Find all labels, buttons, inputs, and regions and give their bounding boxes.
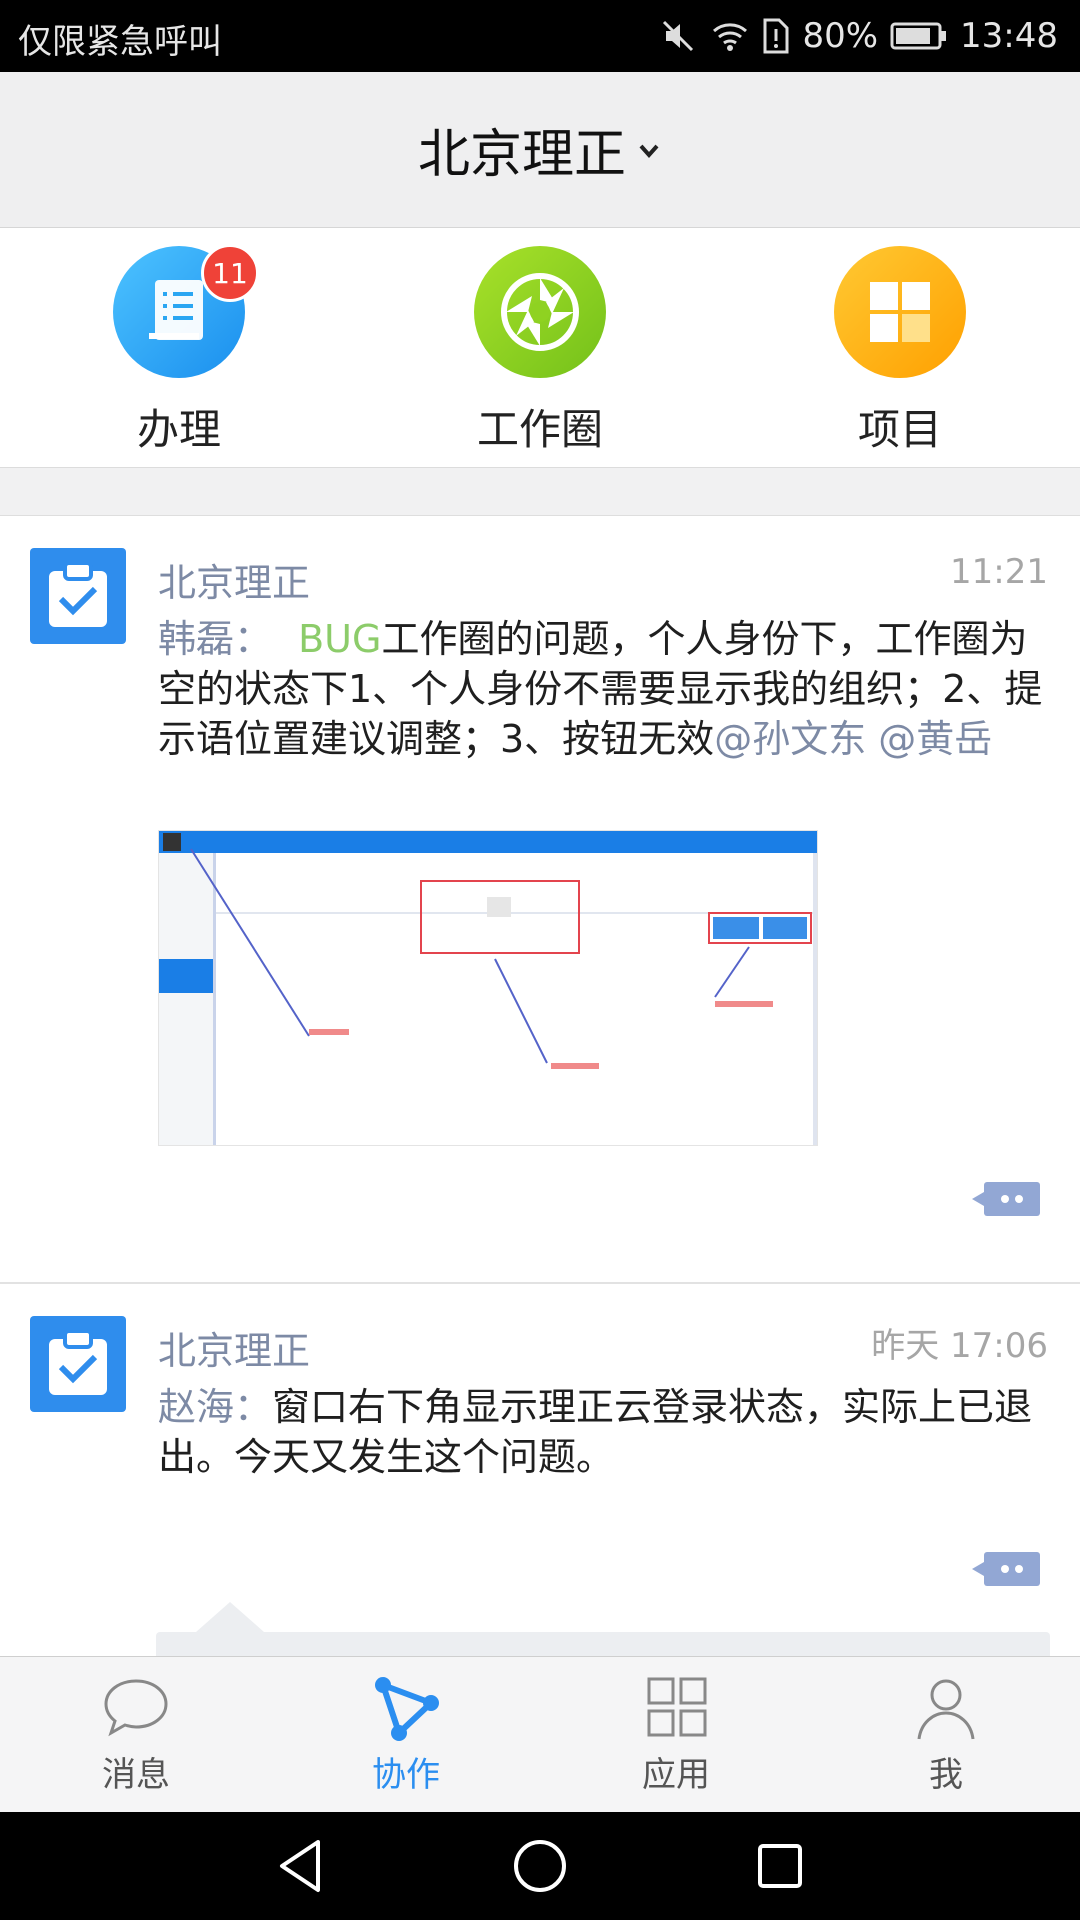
system-nav-bar <box>0 1812 1080 1920</box>
aperture-icon <box>474 246 606 378</box>
post-time: 昨天 17:06 <box>871 1326 1048 1366</box>
feed-post[interactable]: 北京理正 11:21 韩磊： BUG工作圈的问题，个人身份下，工作圈为空的状态下… <box>0 516 1080 1282</box>
tab-label: 消息 <box>102 1755 170 1795</box>
unread-badge: 11 <box>201 244 259 302</box>
home-icon[interactable] <box>512 1836 568 1900</box>
recents-icon[interactable] <box>752 1836 808 1900</box>
bottom-tab-bar: 消息 协作 应用 我 <box>0 1656 1080 1812</box>
sim-alert-icon <box>762 16 790 56</box>
collaborate-triangle-icon <box>326 1675 486 1741</box>
status-icons: 80% 13:48 <box>658 12 1058 60</box>
chevron-down-icon <box>636 138 662 168</box>
clipboard-check-icon <box>30 1316 126 1412</box>
tab-messages[interactable]: 消息 <box>56 1675 216 1796</box>
post-org: 北京理正 <box>158 561 311 605</box>
post-org: 北京理正 <box>158 1329 311 1373</box>
grid-blocks-icon <box>834 246 966 378</box>
clock: 13:48 <box>960 16 1058 56</box>
quick-app-workcircle[interactable]: 工作圈 <box>440 246 640 457</box>
org-switcher[interactable]: 北京理正 <box>0 72 1080 228</box>
tab-apps[interactable]: 应用 <box>596 1675 756 1796</box>
tab-label: 协作 <box>372 1755 440 1795</box>
post-content: 韩磊： BUG工作圈的问题，个人身份下，工作圈为空的状态下1、个人身份不需要显示… <box>158 614 1050 764</box>
mute-icon <box>658 16 698 56</box>
post-content: 赵海：窗口右下角显示理正云登录状态，实际上已退出。今天又发生这个问题。 <box>158 1382 1050 1482</box>
post-time: 11:21 <box>950 552 1048 592</box>
quick-app-label: 项目 <box>857 405 942 454</box>
chat-bubble-icon <box>56 1675 216 1741</box>
quick-apps: 11 办理 工作圈 项目 <box>0 228 1080 468</box>
attachment-image[interactable] <box>158 830 818 1146</box>
comment-button[interactable] <box>972 1182 1040 1216</box>
tab-label: 应用 <box>642 1755 710 1795</box>
tab-me[interactable]: 我 <box>866 1675 1026 1796</box>
document-list-icon: 11 <box>113 244 259 378</box>
clipboard-check-icon <box>30 548 126 644</box>
tab-label: 我 <box>929 1755 963 1795</box>
battery-icon <box>890 21 948 51</box>
user-icon <box>866 1675 1026 1741</box>
back-icon[interactable] <box>272 1836 328 1900</box>
wifi-icon <box>710 16 750 56</box>
post-author[interactable]: 赵海： <box>158 1385 272 1429</box>
quick-app-label: 工作圈 <box>476 405 603 454</box>
tab-collaborate[interactable]: 协作 <box>326 1675 486 1796</box>
comment-thread[interactable] <box>156 1602 1050 1656</box>
post-text: 窗口右下角显示理正云登录状态，实际上已退出。今天又发生这个问题。 <box>158 1385 1033 1479</box>
activity-feed[interactable]: 北京理正 11:21 韩磊： BUG工作圈的问题，个人身份下，工作圈为空的状态下… <box>0 516 1080 1656</box>
quick-app-handle[interactable]: 11 办理 <box>79 244 279 457</box>
post-tag: BUG <box>298 617 382 661</box>
comment-button[interactable] <box>972 1552 1040 1586</box>
page-title: 北京理正 <box>417 125 626 185</box>
apps-grid-icon <box>596 1675 756 1741</box>
post-mentions[interactable]: @孙文东 @黄岳 <box>714 717 992 761</box>
post-author[interactable]: 韩磊： <box>158 617 272 661</box>
section-divider <box>0 468 1080 516</box>
quick-app-project[interactable]: 项目 <box>800 246 1000 457</box>
carrier-text: 仅限紧急呼叫 <box>18 22 222 62</box>
quick-app-label: 办理 <box>136 405 221 454</box>
status-bar: 仅限紧急呼叫 80% 13:48 <box>0 0 1080 72</box>
battery-percent: 80% <box>802 16 879 56</box>
feed-post[interactable]: 北京理正 昨天 17:06 赵海：窗口右下角显示理正云登录状态，实际上已退出。今… <box>0 1284 1080 1656</box>
